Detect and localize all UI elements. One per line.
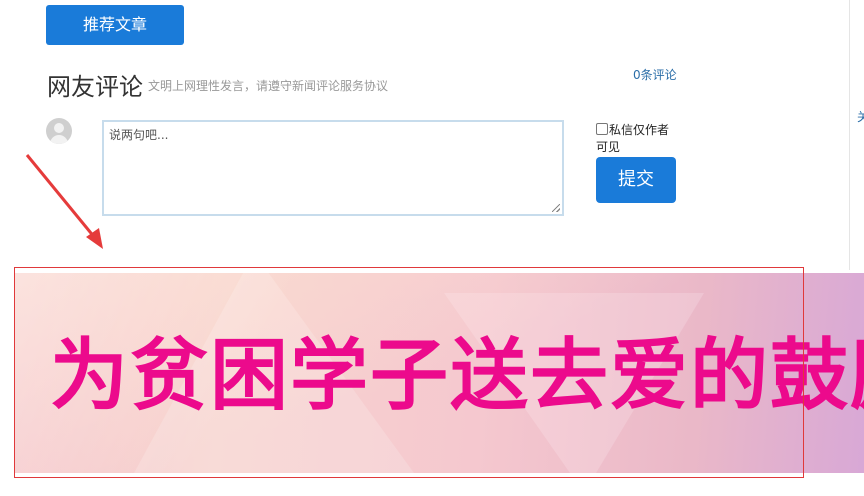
submit-button[interactable]: 提交 bbox=[596, 157, 676, 203]
charity-banner[interactable]: 为贫困学子送去爱的鼓励 bbox=[14, 273, 864, 473]
private-message-option: 私信仅作者可见 bbox=[596, 122, 676, 156]
banner-headline: 为贫困学子送去爱的鼓励 bbox=[50, 331, 864, 421]
comment-placeholder: 说两句吧... bbox=[109, 128, 169, 142]
comment-textarea[interactable]: 说两句吧... bbox=[102, 120, 564, 216]
comment-policy-note: 文明上网理性发言，请遵守新闻评论服务协议 bbox=[148, 79, 389, 93]
right-panel-border bbox=[849, 0, 850, 270]
resize-grip-icon[interactable] bbox=[552, 204, 560, 212]
comment-section-title: 网友评论 bbox=[47, 73, 143, 101]
user-avatar-icon bbox=[46, 118, 72, 144]
private-checkbox[interactable] bbox=[596, 123, 608, 135]
recommend-articles-button[interactable]: 推荐文章 bbox=[46, 5, 184, 45]
right-panel-glyph: 关 bbox=[857, 110, 864, 124]
comment-count-link[interactable]: 0条评论 bbox=[633, 66, 677, 83]
